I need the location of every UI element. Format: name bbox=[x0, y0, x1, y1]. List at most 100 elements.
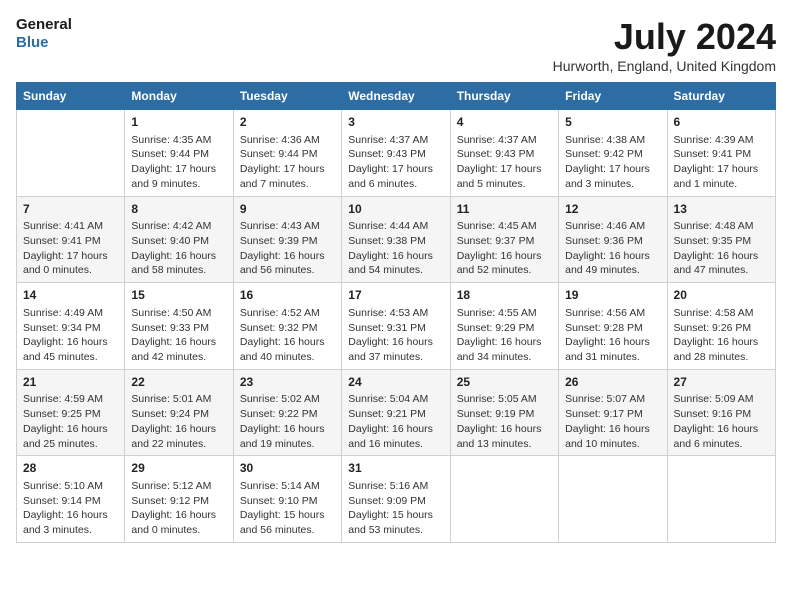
col-header-saturday: Saturday bbox=[667, 83, 775, 110]
day-cell: 26Sunrise: 5:07 AMSunset: 9:17 PMDayligh… bbox=[559, 369, 667, 456]
day-cell: 9Sunrise: 4:43 AMSunset: 9:39 PMDaylight… bbox=[233, 196, 341, 283]
day-info: Sunrise: 5:04 AMSunset: 9:21 PMDaylight:… bbox=[348, 392, 443, 451]
day-cell: 16 Sunrise: 4:52 AMSunset: 9:32 PMDayligh… bbox=[233, 283, 341, 370]
day-cell: 6 Sunrise: 4:39 AMSunset: 9:41 PMDaylight… bbox=[667, 110, 775, 197]
day-info: Sunrise: 4:46 AMSunset: 9:36 PMDaylight:… bbox=[565, 219, 660, 278]
logo-blue: Blue bbox=[16, 34, 72, 52]
day-info: Sunrise: 4:58 AMSunset: 9:26 PMDaylight:… bbox=[674, 306, 769, 365]
day-number: 21 bbox=[23, 374, 118, 391]
day-number: 5 bbox=[565, 114, 660, 131]
day-number: 11 bbox=[457, 201, 552, 218]
calendar-table: SundayMondayTuesdayWednesdayThursdayFrid… bbox=[16, 82, 776, 543]
day-info: Sunrise: 4:52 AMSunset: 9:32 PMDaylight:… bbox=[240, 306, 335, 365]
day-number: 30 bbox=[240, 460, 335, 477]
logo-text: General Blue bbox=[16, 16, 72, 52]
day-info: Sunrise: 5:07 AMSunset: 9:17 PMDaylight:… bbox=[565, 392, 660, 451]
day-info: Sunrise: 4:50 AMSunset: 9:33 PMDaylight:… bbox=[131, 306, 226, 365]
day-number: 8 bbox=[131, 201, 226, 218]
day-cell: 29Sunrise: 5:12 AMSunset: 9:12 PMDayligh… bbox=[125, 456, 233, 543]
day-info: Sunrise: 5:14 AMSunset: 9:10 PMDaylight:… bbox=[240, 479, 335, 538]
day-cell: 4 Sunrise: 4:37 AMSunset: 9:43 PMDaylight… bbox=[450, 110, 558, 197]
day-cell: 30 Sunrise: 5:14 AMSunset: 9:10 PMDayligh… bbox=[233, 456, 341, 543]
day-cell: 31 Sunrise: 5:16 AMSunset: 9:09 PMDayligh… bbox=[342, 456, 450, 543]
day-number: 7 bbox=[23, 201, 118, 218]
day-info: Sunrise: 4:56 AMSunset: 9:28 PMDaylight:… bbox=[565, 306, 660, 365]
day-cell: 21Sunrise: 4:59 AMSunset: 9:25 PMDayligh… bbox=[17, 369, 125, 456]
day-number: 29 bbox=[131, 460, 226, 477]
day-cell: 28Sunrise: 5:10 AMSunset: 9:14 PMDayligh… bbox=[17, 456, 125, 543]
day-cell bbox=[559, 456, 667, 543]
day-info: Sunrise: 4:44 AMSunset: 9:38 PMDaylight:… bbox=[348, 219, 443, 278]
day-number: 10 bbox=[348, 201, 443, 218]
day-cell: 25Sunrise: 5:05 AMSunset: 9:19 PMDayligh… bbox=[450, 369, 558, 456]
day-cell bbox=[450, 456, 558, 543]
day-info: Sunrise: 4:45 AMSunset: 9:37 PMDaylight:… bbox=[457, 219, 552, 278]
day-info: Sunrise: 5:16 AMSunset: 9:09 PMDaylight:… bbox=[348, 479, 443, 538]
day-cell: 12Sunrise: 4:46 AMSunset: 9:36 PMDayligh… bbox=[559, 196, 667, 283]
col-header-tuesday: Tuesday bbox=[233, 83, 341, 110]
day-number: 25 bbox=[457, 374, 552, 391]
day-cell: 22Sunrise: 5:01 AMSunset: 9:24 PMDayligh… bbox=[125, 369, 233, 456]
day-cell: 5 Sunrise: 4:38 AMSunset: 9:42 PMDaylight… bbox=[559, 110, 667, 197]
location: Hurworth, England, United Kingdom bbox=[553, 58, 776, 74]
day-cell: 3Sunrise: 4:37 AMSunset: 9:43 PMDaylight… bbox=[342, 110, 450, 197]
day-cell: 23Sunrise: 5:02 AMSunset: 9:22 PMDayligh… bbox=[233, 369, 341, 456]
day-info: Sunrise: 4:53 AMSunset: 9:31 PMDaylight:… bbox=[348, 306, 443, 365]
day-cell: 15Sunrise: 4:50 AMSunset: 9:33 PMDayligh… bbox=[125, 283, 233, 370]
day-number: 18 bbox=[457, 287, 552, 304]
day-number: 13 bbox=[674, 201, 769, 218]
col-header-monday: Monday bbox=[125, 83, 233, 110]
day-cell: 24Sunrise: 5:04 AMSunset: 9:21 PMDayligh… bbox=[342, 369, 450, 456]
day-info: Sunrise: 4:49 AMSunset: 9:34 PMDaylight:… bbox=[23, 306, 118, 365]
week-row-2: 7Sunrise: 4:41 AMSunset: 9:41 PMDaylight… bbox=[17, 196, 776, 283]
day-info: Sunrise: 4:55 AMSunset: 9:29 PMDaylight:… bbox=[457, 306, 552, 365]
day-info: Sunrise: 4:37 AMSunset: 9:43 PMDaylight:… bbox=[457, 133, 552, 192]
day-info: Sunrise: 5:02 AMSunset: 9:22 PMDaylight:… bbox=[240, 392, 335, 451]
day-info: Sunrise: 4:43 AMSunset: 9:39 PMDaylight:… bbox=[240, 219, 335, 278]
day-number: 1 bbox=[131, 114, 226, 131]
day-info: Sunrise: 5:09 AMSunset: 9:16 PMDaylight:… bbox=[674, 392, 769, 451]
day-info: Sunrise: 4:48 AMSunset: 9:35 PMDaylight:… bbox=[674, 219, 769, 278]
day-number: 16 bbox=[240, 287, 335, 304]
day-number: 6 bbox=[674, 114, 769, 131]
day-number: 20 bbox=[674, 287, 769, 304]
week-row-4: 21Sunrise: 4:59 AMSunset: 9:25 PMDayligh… bbox=[17, 369, 776, 456]
week-row-5: 28Sunrise: 5:10 AMSunset: 9:14 PMDayligh… bbox=[17, 456, 776, 543]
day-info: Sunrise: 4:39 AMSunset: 9:41 PMDaylight:… bbox=[674, 133, 769, 192]
day-cell: 17 Sunrise: 4:53 AMSunset: 9:31 PMDayligh… bbox=[342, 283, 450, 370]
day-number: 24 bbox=[348, 374, 443, 391]
day-number: 3 bbox=[348, 114, 443, 131]
day-number: 19 bbox=[565, 287, 660, 304]
day-number: 27 bbox=[674, 374, 769, 391]
day-number: 2 bbox=[240, 114, 335, 131]
day-info: Sunrise: 4:41 AMSunset: 9:41 PMDaylight:… bbox=[23, 219, 118, 278]
day-cell: 20 Sunrise: 4:58 AMSunset: 9:26 PMDayligh… bbox=[667, 283, 775, 370]
day-info: Sunrise: 4:59 AMSunset: 9:25 PMDaylight:… bbox=[23, 392, 118, 451]
day-cell: 7Sunrise: 4:41 AMSunset: 9:41 PMDaylight… bbox=[17, 196, 125, 283]
day-number: 17 bbox=[348, 287, 443, 304]
day-number: 4 bbox=[457, 114, 552, 131]
day-number: 22 bbox=[131, 374, 226, 391]
logo: General Blue bbox=[16, 16, 72, 52]
day-number: 9 bbox=[240, 201, 335, 218]
day-cell: 8Sunrise: 4:42 AMSunset: 9:40 PMDaylight… bbox=[125, 196, 233, 283]
day-number: 12 bbox=[565, 201, 660, 218]
day-cell: 10Sunrise: 4:44 AMSunset: 9:38 PMDayligh… bbox=[342, 196, 450, 283]
day-info: Sunrise: 4:38 AMSunset: 9:42 PMDaylight:… bbox=[565, 133, 660, 192]
day-info: Sunrise: 5:01 AMSunset: 9:24 PMDaylight:… bbox=[131, 392, 226, 451]
day-info: Sunrise: 4:42 AMSunset: 9:40 PMDaylight:… bbox=[131, 219, 226, 278]
col-header-wednesday: Wednesday bbox=[342, 83, 450, 110]
col-header-thursday: Thursday bbox=[450, 83, 558, 110]
day-number: 14 bbox=[23, 287, 118, 304]
day-cell: 1Sunrise: 4:35 AMSunset: 9:44 PMDaylight… bbox=[125, 110, 233, 197]
week-row-1: 1Sunrise: 4:35 AMSunset: 9:44 PMDaylight… bbox=[17, 110, 776, 197]
day-number: 31 bbox=[348, 460, 443, 477]
day-cell: 11Sunrise: 4:45 AMSunset: 9:37 PMDayligh… bbox=[450, 196, 558, 283]
day-cell bbox=[667, 456, 775, 543]
week-row-3: 14 Sunrise: 4:49 AMSunset: 9:34 PMDayligh… bbox=[17, 283, 776, 370]
day-cell: 13Sunrise: 4:48 AMSunset: 9:35 PMDayligh… bbox=[667, 196, 775, 283]
col-header-friday: Friday bbox=[559, 83, 667, 110]
day-number: 23 bbox=[240, 374, 335, 391]
day-number: 28 bbox=[23, 460, 118, 477]
day-cell: 2Sunrise: 4:36 AMSunset: 9:44 PMDaylight… bbox=[233, 110, 341, 197]
